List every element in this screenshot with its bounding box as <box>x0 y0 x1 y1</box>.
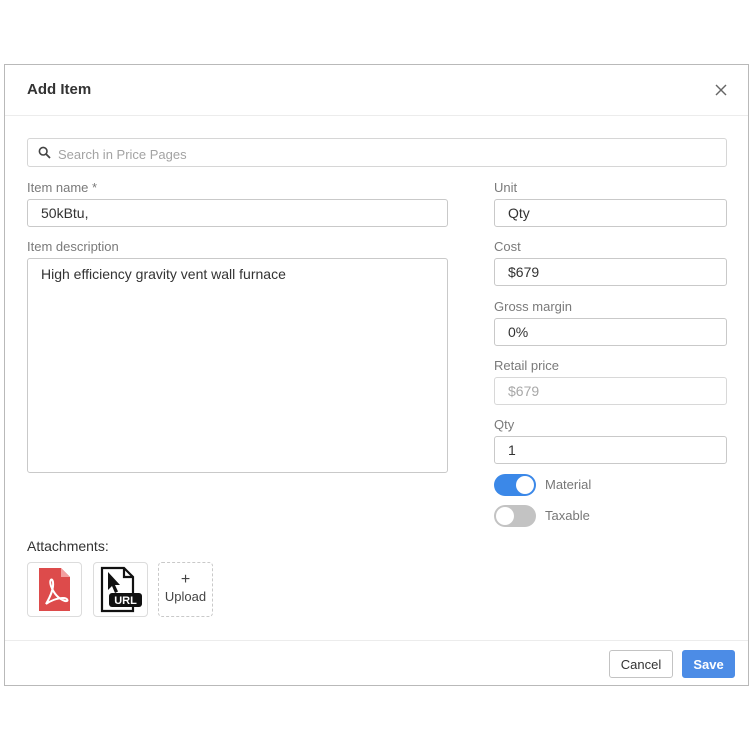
cancel-button[interactable]: Cancel <box>609 650 673 678</box>
save-button[interactable]: Save <box>682 650 735 678</box>
dialog-title: Add Item <box>27 81 92 98</box>
item-name-label: Item name * <box>27 180 98 195</box>
taxable-toggle[interactable] <box>494 505 536 527</box>
retail-price-label: Retail price <box>494 358 560 373</box>
attachments-title: Attachments: <box>27 538 109 554</box>
search-icon <box>38 146 51 159</box>
retail-price-input <box>494 377 727 405</box>
unit-input[interactable] <box>494 199 727 227</box>
cost-label: Cost <box>494 239 521 254</box>
taxable-toggle-label: Taxable <box>545 508 590 523</box>
url-badge-text: URL <box>114 595 137 607</box>
toggle-knob <box>496 507 514 525</box>
upload-button[interactable]: + Upload <box>158 562 213 617</box>
material-toggle-label: Material <box>545 477 592 492</box>
qty-input[interactable] <box>494 436 727 464</box>
upload-label: Upload <box>164 589 207 604</box>
gross-margin-label: Gross margin <box>494 299 573 314</box>
item-description-textarea[interactable]: High efficiency gravity vent wall furnac… <box>27 258 448 473</box>
item-name-input[interactable] <box>27 199 448 227</box>
add-item-dialog: Add Item Item name * Item description Hi… <box>4 64 749 686</box>
unit-label: Unit <box>494 180 518 195</box>
attachment-pdf[interactable] <box>27 562 82 617</box>
item-description-label: Item description <box>27 239 119 254</box>
dialog-footer: Cancel Save <box>5 640 748 687</box>
toggle-knob <box>516 476 534 494</box>
price-pages-search <box>27 138 727 167</box>
gross-margin-input[interactable] <box>494 318 727 346</box>
search-input[interactable] <box>56 143 720 165</box>
close-icon <box>715 84 727 96</box>
attachment-url[interactable]: URL <box>93 562 148 617</box>
pdf-file-icon <box>39 568 70 611</box>
material-toggle[interactable] <box>494 474 536 496</box>
dialog-header: Add Item <box>5 65 748 116</box>
url-file-icon: URL <box>100 566 142 613</box>
qty-label: Qty <box>494 417 515 432</box>
plus-icon: + <box>180 571 191 588</box>
cost-input[interactable] <box>494 258 727 286</box>
close-button[interactable] <box>710 79 732 101</box>
